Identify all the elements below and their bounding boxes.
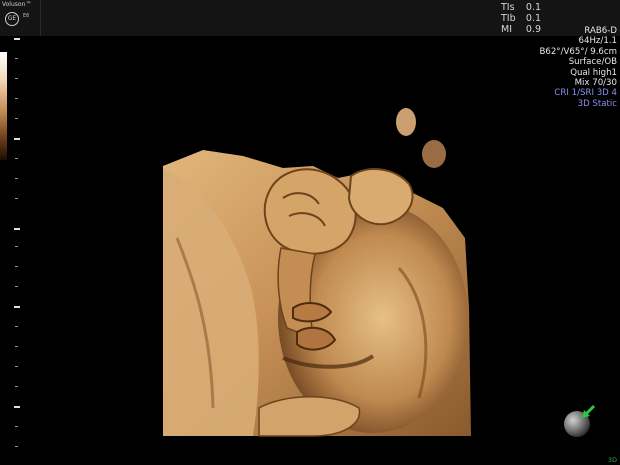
safety-row-tib: TIb 0.1 xyxy=(501,13,541,24)
brand-name: Voluson™ xyxy=(2,1,32,8)
depth-tick xyxy=(15,198,18,199)
acquisition-parameters: RAB6-D 64Hz/1.1 B62°/V65°/ 9.6cm Surface… xyxy=(539,26,617,109)
depth-tick xyxy=(15,446,18,447)
orientation-arrow-icon xyxy=(582,404,596,418)
depth-tick xyxy=(15,266,18,267)
depth-tick xyxy=(15,426,18,427)
param-probe: RAB6-D xyxy=(584,26,617,36)
depth-tick xyxy=(15,178,18,179)
depth-tick xyxy=(15,78,18,79)
safety-row-tis: TIs 0.1 xyxy=(501,2,541,13)
tint-scale-bar xyxy=(0,52,7,160)
depth-tick xyxy=(15,366,18,367)
model-name: E6 xyxy=(23,13,30,19)
param-frequency: 64Hz/1.1 xyxy=(578,36,617,47)
safety-value: 0.1 xyxy=(525,2,541,13)
speckle-artifact xyxy=(396,108,446,168)
depth-tick-major xyxy=(14,228,20,230)
depth-tick xyxy=(15,118,18,119)
param-mix: Mix 70/30 xyxy=(574,78,617,89)
logo-area: Voluson™ GE E6 xyxy=(0,0,41,36)
orientation-sphere-icon[interactable] xyxy=(560,402,596,438)
param-cri-sri: CRI 1/SRI 3D 4 xyxy=(554,88,617,99)
safety-row-mi: MI 0.9 xyxy=(501,24,541,35)
safety-label: TIs xyxy=(501,2,515,13)
safety-indices: TIs 0.1 TIb 0.1 MI 0.9 xyxy=(501,2,541,35)
depth-tick xyxy=(15,326,18,327)
param-angles-depth: B62°/V65°/ 9.6cm xyxy=(539,46,617,57)
view-mode-label: 3D xyxy=(607,456,617,464)
depth-tick-major xyxy=(14,406,20,408)
depth-tick xyxy=(15,158,18,159)
depth-tick-major xyxy=(14,138,20,140)
depth-tick xyxy=(15,246,18,247)
safety-label: TIb xyxy=(501,13,516,24)
depth-tick-major xyxy=(14,306,20,308)
depth-scale xyxy=(14,38,24,458)
param-3d-mode: 3D Static xyxy=(577,98,617,109)
depth-tick-major xyxy=(14,38,20,40)
depth-tick xyxy=(15,386,18,387)
depth-tick xyxy=(15,58,18,59)
depth-tick xyxy=(15,346,18,347)
depth-tick xyxy=(15,98,18,99)
safety-label: MI xyxy=(501,24,512,35)
safety-value: 0.1 xyxy=(525,13,541,24)
param-render-mode: Surface/OB xyxy=(568,57,617,68)
param-quality: Qual high1 xyxy=(570,67,617,78)
ge-logo-icon: GE xyxy=(5,12,19,26)
depth-tick xyxy=(15,286,18,287)
